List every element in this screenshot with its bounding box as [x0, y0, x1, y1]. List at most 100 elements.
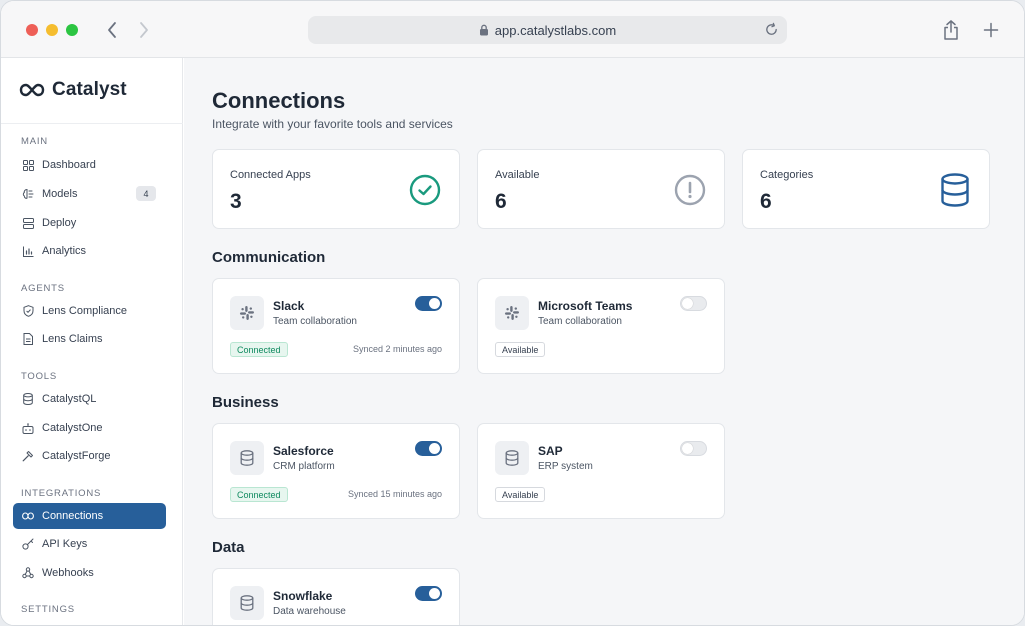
database-icon: [22, 393, 34, 405]
stat-value: 6: [495, 190, 507, 213]
sidebar: Catalyst MAIN Dashboard Models 4 Deploy …: [1, 58, 183, 625]
sidebar-item-api-keys[interactable]: API Keys: [13, 531, 166, 557]
connection-card-slack[interactable]: Slack Team collaboration Connected Synce…: [212, 278, 460, 374]
status-badge: Available: [495, 487, 546, 502]
check-circle-icon: [408, 173, 442, 207]
maximize-window-button[interactable]: [66, 24, 78, 36]
back-button[interactable]: [100, 18, 124, 42]
connection-card-microsoft-teams[interactable]: Microsoft Teams Team collaboration Avail…: [477, 278, 725, 374]
minimize-window-button[interactable]: [46, 24, 58, 36]
brain-icon: [22, 188, 34, 200]
teams-icon: [495, 296, 529, 330]
sap-toggle[interactable]: [680, 441, 707, 456]
stat-card-available: Available 6: [477, 149, 725, 229]
group-title-communication: Communication: [212, 249, 326, 266]
connection-name: Salesforce: [273, 444, 334, 458]
sync-status: Synced 15 minutes ago: [347, 489, 442, 499]
share-icon: [944, 20, 958, 40]
sidebar-item-label: CatalystForge: [42, 450, 111, 462]
sidebar-item-label: Lens Compliance: [42, 305, 127, 317]
url-text: app.catalystlabs.com: [494, 22, 617, 38]
sidebar-item-catalystone[interactable]: CatalystOne: [13, 415, 166, 441]
plus-icon: [983, 22, 999, 38]
sidebar-item-catalystforge[interactable]: CatalystForge: [13, 443, 166, 469]
brand-logo[interactable]: Catalyst: [19, 79, 127, 101]
database-icon: [938, 173, 972, 207]
connection-name: Microsoft Teams: [538, 299, 633, 313]
models-count-badge: 4: [136, 186, 156, 201]
slack-toggle[interactable]: [415, 296, 442, 311]
status-badge: Available: [495, 342, 546, 357]
link-icon: [22, 510, 34, 522]
connection-description: CRM platform: [273, 461, 335, 472]
sidebar-item-label: CatalystOne: [42, 422, 103, 434]
address-bar[interactable]: app.catalystlabs.com: [308, 16, 787, 44]
brand-name: Catalyst: [52, 79, 127, 100]
page-subtitle: Integrate with your favorite tools and s…: [212, 117, 453, 131]
sidebar-item-label: Dashboard: [42, 159, 96, 171]
sidebar-item-label: Models: [42, 188, 78, 200]
sidebar-item-label: API Keys: [42, 538, 88, 550]
grid-icon: [22, 159, 34, 171]
connection-description: Team collaboration: [273, 316, 357, 327]
status-badge: Connected: [230, 342, 288, 357]
sidebar-item-label: Webhooks: [42, 567, 94, 579]
connection-description: ERP system: [538, 461, 593, 472]
sidebar-item-label: Lens Claims: [42, 333, 103, 345]
new-tab-button[interactable]: [979, 18, 1003, 42]
connection-name: SAP: [538, 444, 563, 458]
sidebar-item-models[interactable]: Models 4: [13, 181, 166, 207]
status-badge: Connected: [230, 487, 288, 502]
sidebar-item-label: Analytics: [42, 245, 87, 257]
database-icon: [495, 441, 529, 475]
slack-icon: [230, 296, 264, 330]
reload-icon[interactable]: [764, 22, 779, 37]
sidebar-item-lens-compliance[interactable]: Lens Compliance: [13, 298, 166, 324]
section-label-main: MAIN: [21, 136, 48, 147]
sidebar-item-deploy[interactable]: Deploy: [13, 210, 166, 236]
sidebar-item-label: CatalystQL: [42, 393, 97, 405]
connection-card-sap[interactable]: SAP ERP system Available: [477, 423, 725, 519]
forward-button[interactable]: [132, 18, 156, 42]
stat-label: Connected Apps: [230, 169, 311, 181]
group-title-data: Data: [212, 539, 245, 556]
close-window-button[interactable]: [26, 24, 38, 36]
key-icon: [22, 538, 34, 550]
sidebar-item-connections[interactable]: Connections: [13, 503, 166, 529]
sidebar-item-lens-claims[interactable]: Lens Claims: [13, 326, 166, 352]
hammer-icon: [22, 450, 34, 462]
lock-icon: [479, 24, 489, 36]
connection-description: Team collaboration: [538, 316, 622, 327]
sidebar-item-catalystql[interactable]: CatalystQL: [13, 386, 166, 412]
alert-circle-icon: [673, 173, 707, 207]
sidebar-item-webhooks[interactable]: Webhooks: [13, 560, 166, 586]
robot-icon: [22, 422, 34, 434]
share-button[interactable]: [939, 17, 963, 43]
sidebar-item-dashboard[interactable]: Dashboard: [13, 152, 166, 178]
connection-description: Data warehouse: [273, 606, 346, 617]
section-label-settings: SETTINGS: [21, 604, 75, 615]
stat-value: 3: [230, 190, 242, 213]
connection-card-salesforce[interactable]: Salesforce CRM platform Connected Synced…: [212, 423, 460, 519]
connection-name: Snowflake: [273, 589, 333, 603]
sync-status: Synced 2 minutes ago: [352, 344, 442, 354]
main-content: Connections Integrate with your favorite…: [184, 58, 1024, 625]
snowflake-toggle[interactable]: [415, 586, 442, 601]
document-icon: [22, 333, 34, 345]
database-icon: [230, 441, 264, 475]
sidebar-item-analytics[interactable]: Analytics: [13, 238, 166, 264]
webhook-icon: [22, 567, 34, 579]
salesforce-toggle[interactable]: [415, 441, 442, 456]
connection-card-snowflake[interactable]: Snowflake Data warehouse: [212, 568, 460, 625]
browser-window: app.catalystlabs.com Catalyst MAIN Dashb…: [0, 0, 1025, 626]
page-title: Connections: [212, 88, 346, 113]
teams-toggle[interactable]: [680, 296, 707, 311]
bar-chart-icon: [22, 245, 34, 257]
group-title-business: Business: [212, 394, 279, 411]
sidebar-item-label: Connections: [42, 510, 104, 522]
database-icon: [230, 586, 264, 620]
section-label-agents: AGENTS: [21, 283, 65, 294]
stat-card-connected: Connected Apps 3: [212, 149, 460, 229]
server-icon: [22, 217, 34, 229]
chevron-right-icon: [140, 22, 148, 38]
